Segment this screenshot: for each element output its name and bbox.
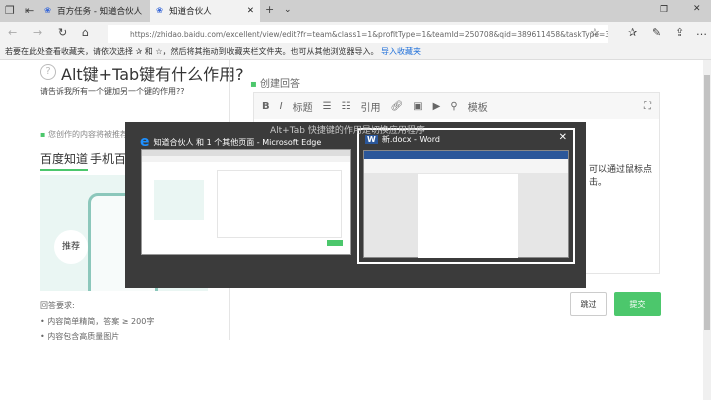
favorites-bar: 若要在此处查看收藏夹，请依次选择 ✰ 和 ☆，然后将其拖动到收藏夹栏文件夹。也可… xyxy=(0,46,711,60)
baidu-icon: ❀ xyxy=(156,6,164,16)
bold-button[interactable]: B xyxy=(262,101,270,112)
question-icon: ? xyxy=(40,64,56,80)
answer-heading: ▪ 创建回答 xyxy=(250,79,300,90)
requirement-item: • 内容简单精简，答案 ≥ 200字 xyxy=(40,317,155,326)
restore-icon[interactable]: ❐ xyxy=(660,5,668,15)
back-icon[interactable]: ← xyxy=(8,26,17,39)
share-icon[interactable]: ⇪ xyxy=(675,26,684,39)
set-aside-tabs-icon[interactable]: ⇤ xyxy=(25,4,34,17)
tab-actions-icon[interactable]: ❐ xyxy=(5,4,15,17)
tab-2[interactable]: ❀ 知道合伙人 ✕ xyxy=(150,0,260,22)
home-icon[interactable]: ⌂ xyxy=(82,26,89,39)
chevron-down-icon[interactable]: ⌄ xyxy=(284,5,292,15)
submit-button[interactable]: 提交 xyxy=(614,292,661,316)
link-icon[interactable]: 🔗︎ xyxy=(391,101,404,112)
answer-text-line: 可以通过鼠标点击。 xyxy=(589,165,653,188)
video-icon[interactable]: ▶ xyxy=(433,101,441,112)
skip-button[interactable]: 跳过 xyxy=(570,292,607,316)
url-input[interactable]: https://zhidao.baidu.com/excellent/view/… xyxy=(108,25,608,43)
recommend-badge: 推荐 xyxy=(54,230,88,264)
word-window-preview xyxy=(363,150,569,258)
fullscreen-icon[interactable]: ⛶ xyxy=(644,101,651,112)
tab-bar: ❐ ⇤ ❀ 百方任务 - 知道合伙人 ❀ 知道合伙人 ✕ + ⌄ ❐ ✕ xyxy=(0,0,711,22)
import-favorites-link[interactable]: 导入收藏夹 xyxy=(381,47,421,56)
template-button[interactable]: 模板 xyxy=(468,99,488,114)
map-pin-icon[interactable]: ⚲ xyxy=(450,101,457,112)
editor-toolbar: B I 标题 ☰ ☷ 引用 🔗︎ ▣ ▶ ⚲ 模板 ⛶ xyxy=(254,93,659,119)
tab-1[interactable]: ❀ 百方任务 - 知道合伙人 xyxy=(38,0,148,22)
edge-window-preview[interactable] xyxy=(141,149,351,255)
question-subtitle: 请告诉我所有一个键加另一个键的作用?? xyxy=(40,87,185,96)
address-bar-row: ← → ↻ ⌂ https://zhidao.baidu.com/excelle… xyxy=(0,22,711,46)
requirement-item: • 内容包含高质量图片 xyxy=(40,332,120,341)
favorite-star-icon[interactable]: ☆ xyxy=(590,26,600,39)
favorites-icon[interactable]: ✰ xyxy=(628,26,637,39)
ordered-list-icon[interactable]: ☰ xyxy=(323,101,332,112)
tab-baidu-zhidao[interactable]: 百度知道 xyxy=(40,150,89,171)
close-window-icon[interactable]: ✕ xyxy=(559,132,567,143)
notes-icon[interactable]: ✎ xyxy=(652,26,661,39)
edge-icon: e xyxy=(140,134,150,150)
answer-text-line: Alt+Tab 快捷键的作用是切换应用程序 xyxy=(270,126,425,136)
switcher-window-edge[interactable]: e 知道合伙人 和 1 个其他页面 - Microsoft Edge xyxy=(140,134,321,150)
word-icon: W xyxy=(365,135,378,144)
quote-button[interactable]: 引用 xyxy=(361,99,381,114)
unordered-list-icon[interactable]: ☷ xyxy=(342,101,351,112)
scrollbar-thumb[interactable] xyxy=(704,75,710,330)
switcher-window-word[interactable]: W 新.docx - Word ✕ xyxy=(357,128,575,264)
requirements-title: 回答要求: xyxy=(40,301,75,310)
alt-tab-switcher: e 知道合伙人 和 1 个其他页面 - Microsoft Edge W 新.d… xyxy=(125,122,586,288)
close-tab-icon[interactable]: ✕ xyxy=(247,6,254,16)
new-tab-icon[interactable]: + xyxy=(265,3,274,16)
baidu-icon: ❀ xyxy=(44,6,52,16)
image-icon[interactable]: ▣ xyxy=(413,101,422,112)
forward-icon[interactable]: → xyxy=(33,26,42,39)
italic-button[interactable]: I xyxy=(280,101,283,112)
refresh-icon[interactable]: ↻ xyxy=(58,26,67,39)
heading-button[interactable]: 标题 xyxy=(293,99,313,114)
question-title: Alt键+Tab键有什么作用? xyxy=(61,65,244,84)
close-window-icon[interactable]: ✕ xyxy=(693,4,701,14)
more-icon[interactable]: … xyxy=(696,25,707,38)
